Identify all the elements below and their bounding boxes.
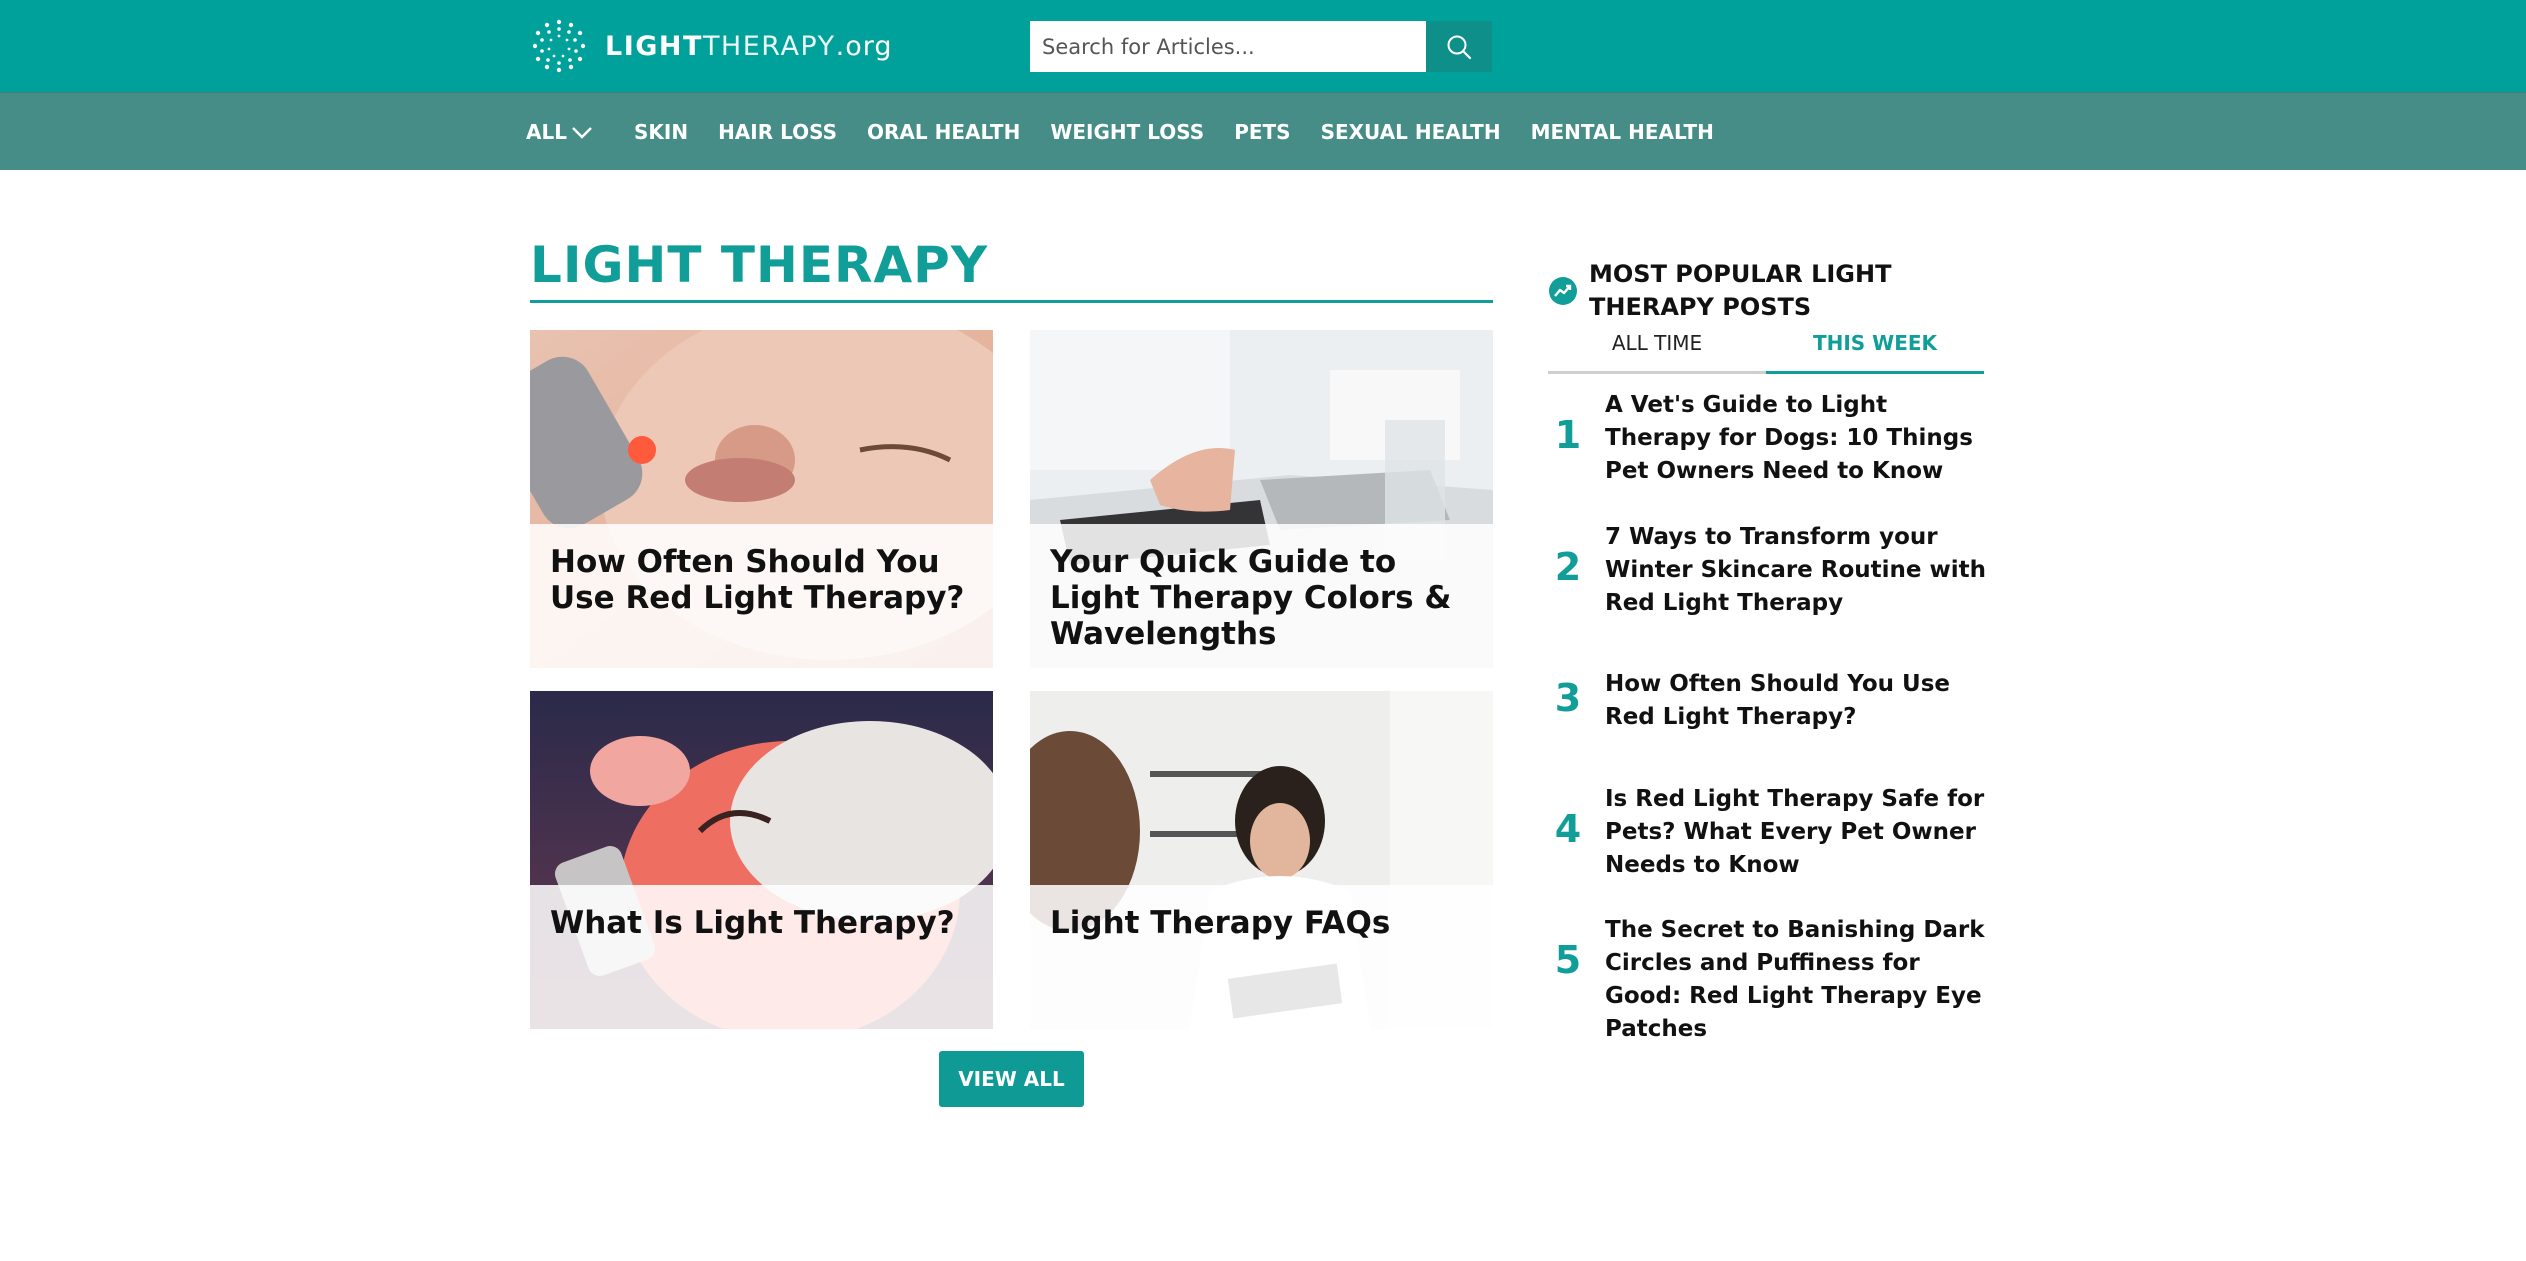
post-title: The Secret to Banishing Dark Circles and… xyxy=(1605,917,1985,1042)
category-nav: ALL SKIN HAIR LOSS ORAL HEALTH WEIGHT LO… xyxy=(526,93,1744,171)
article-card[interactable]: How Often Should You Use Red Light Thera… xyxy=(530,330,993,668)
view-all-button[interactable]: VIEW ALL xyxy=(939,1051,1084,1107)
logo-word-light: LIGHT xyxy=(605,30,703,62)
nav-item-sexual-health[interactable]: SEXUAL HEALTH xyxy=(1321,120,1501,144)
page-title: LIGHT THERAPY xyxy=(530,236,989,294)
search-icon xyxy=(1447,35,1472,59)
nav-item-pets[interactable]: PETS xyxy=(1234,120,1290,144)
search-input[interactable] xyxy=(1030,21,1426,72)
tab-all-time[interactable]: ALL TIME xyxy=(1548,324,1766,371)
logo-sunburst-icon xyxy=(532,19,586,73)
nav-item-oral-health[interactable]: ORAL HEALTH xyxy=(867,120,1020,144)
title-divider xyxy=(530,300,1493,303)
post-rank: 2 xyxy=(1554,545,1582,589)
nav-item-skin[interactable]: SKIN xyxy=(634,120,688,144)
article-title: Your Quick Guide to Light Therapy Colors… xyxy=(1050,544,1452,652)
tab-this-week[interactable]: THIS WEEK xyxy=(1766,324,1984,374)
popular-posts-tabs: ALL TIME THIS WEEK xyxy=(1548,324,1984,374)
article-card[interactable]: Your Quick Guide to Light Therapy Colors… xyxy=(1030,330,1493,668)
article-title: What Is Light Therapy? xyxy=(550,905,955,941)
nav-item-weight-loss[interactable]: WEIGHT LOSS xyxy=(1050,120,1204,144)
post-rank: 1 xyxy=(1554,413,1582,457)
post-title: How Often Should You Use Red Light Thera… xyxy=(1605,671,1950,730)
article-title: Light Therapy FAQs xyxy=(1050,905,1391,941)
post-title: A Vet's Guide to Light Therapy for Dogs:… xyxy=(1605,392,1973,484)
nav-all-label: ALL xyxy=(526,120,567,144)
nav-item-mental-health[interactable]: MENTAL HEALTH xyxy=(1531,120,1714,144)
site-header: LIGHTTHERAPY.org xyxy=(0,0,2526,92)
nav-all-dropdown[interactable]: ALL xyxy=(526,120,593,144)
chevron-down-icon xyxy=(572,127,592,139)
post-title: Is Red Light Therapy Safe for Pets? What… xyxy=(1605,786,1985,878)
logo-suffix: .org xyxy=(835,30,893,62)
logo-word-therapy: THERAPY xyxy=(702,30,836,62)
article-card[interactable]: What Is Light Therapy? xyxy=(530,691,993,1029)
post-rank: 3 xyxy=(1554,676,1582,720)
post-rank: 5 xyxy=(1554,938,1582,982)
article-title: How Often Should You Use Red Light Thera… xyxy=(550,544,965,616)
article-card[interactable]: Light Therapy FAQs xyxy=(1030,691,1493,1029)
popular-posts-heading: MOST POPULAR LIGHT THERAPY POSTS xyxy=(1589,260,1892,321)
trending-icon xyxy=(1549,277,1577,305)
search-button[interactable] xyxy=(1426,21,1492,72)
post-rank: 4 xyxy=(1554,807,1582,851)
logo-wordmark: LIGHTTHERAPY.org xyxy=(605,31,893,62)
post-title: 7 Ways to Transform your Winter Skincare… xyxy=(1605,524,1987,616)
category-navbar: ALL SKIN HAIR LOSS ORAL HEALTH WEIGHT LO… xyxy=(0,92,2526,170)
nav-item-hair-loss[interactable]: HAIR LOSS xyxy=(718,120,837,144)
site-logo[interactable]: LIGHTTHERAPY.org xyxy=(531,16,893,76)
search-bar xyxy=(1030,21,1492,72)
